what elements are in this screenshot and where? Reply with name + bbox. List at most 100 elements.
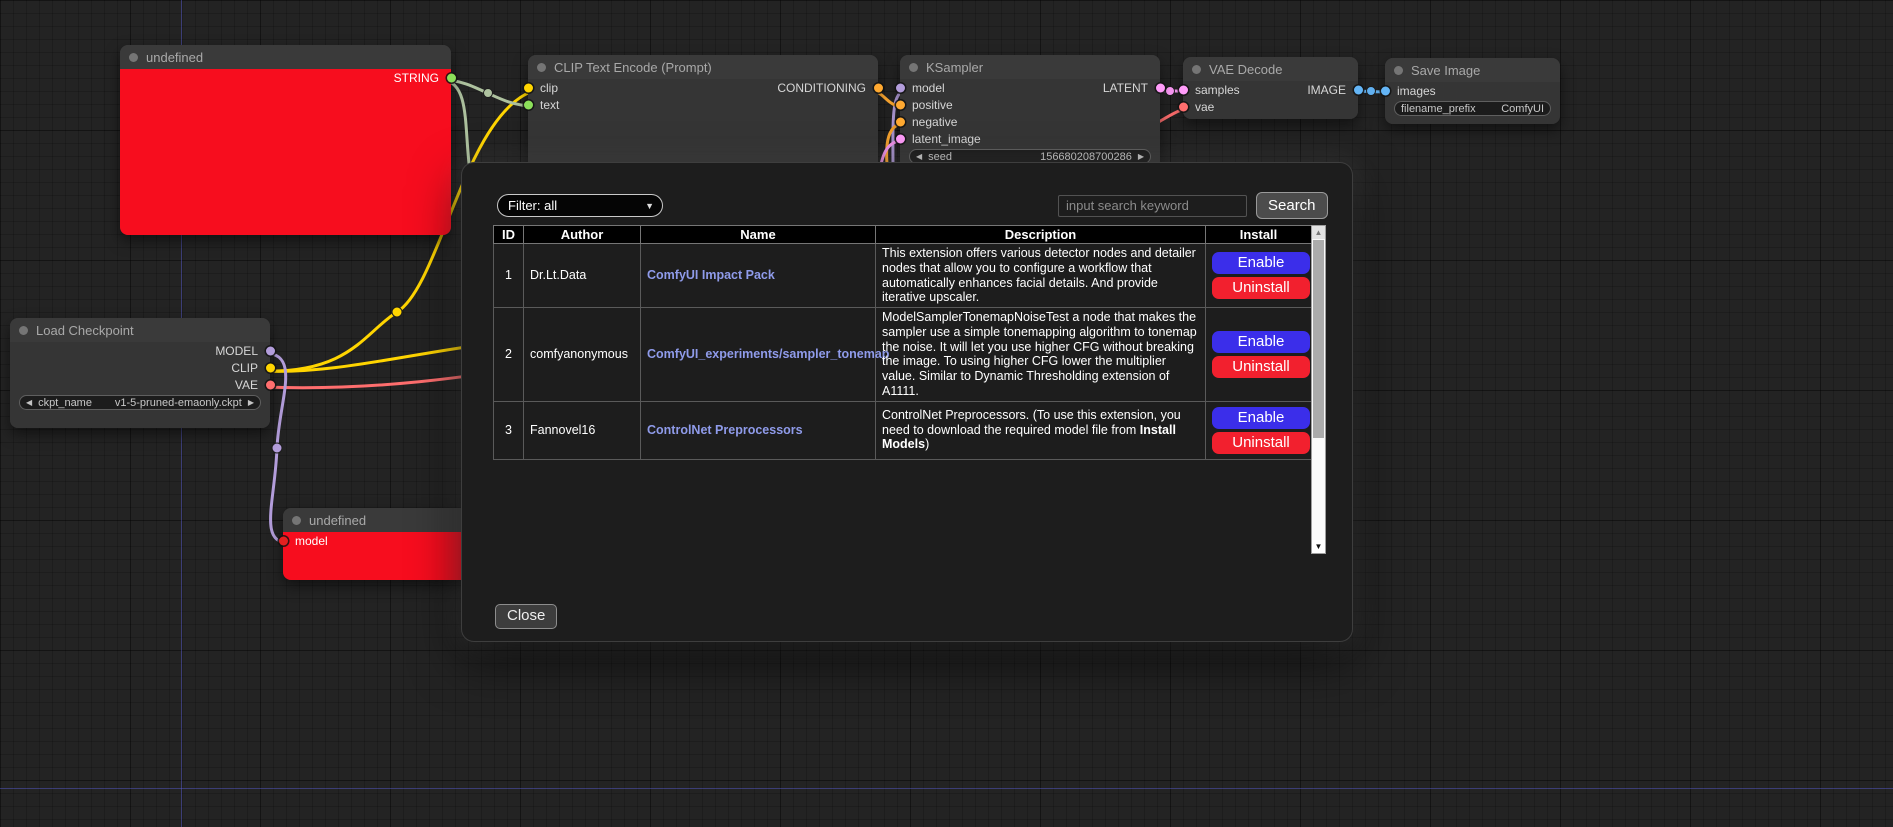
output-port-latent[interactable] xyxy=(1156,83,1165,92)
output-port-string[interactable] xyxy=(447,73,456,82)
header-description: Description xyxy=(876,226,1206,244)
collapse-dot[interactable] xyxy=(292,516,301,525)
node-ksampler[interactable]: KSampler model LATENT positive negative … xyxy=(900,55,1160,169)
widget-label: ckpt_name xyxy=(38,397,92,409)
node-save-image[interactable]: Save Image images filename_prefix ComfyU… xyxy=(1385,58,1560,124)
node-header[interactable]: CLIP Text Encode (Prompt) xyxy=(528,55,878,79)
collapse-dot[interactable] xyxy=(909,63,918,72)
output-label-clip: CLIP xyxy=(231,361,258,375)
scrollbar-thumb[interactable] xyxy=(1313,240,1324,438)
output-label-string: STRING xyxy=(394,71,439,85)
output-label-latent: LATENT xyxy=(1103,81,1148,95)
output-port-clip[interactable] xyxy=(266,363,275,372)
collapse-dot[interactable] xyxy=(19,326,28,335)
input-port-model[interactable] xyxy=(896,83,905,92)
collapse-dot[interactable] xyxy=(129,53,138,62)
uninstall-button[interactable]: Uninstall xyxy=(1212,277,1310,299)
input-label-text: text xyxy=(540,98,559,112)
search-input[interactable] xyxy=(1058,195,1247,217)
input-port-positive[interactable] xyxy=(896,100,905,109)
cell-id: 3 xyxy=(494,401,524,459)
cell-author: comfyanonymous xyxy=(524,308,641,402)
uninstall-button[interactable]: Uninstall xyxy=(1212,356,1310,378)
table-scrollbar[interactable]: ▲ ▼ xyxy=(1311,225,1326,554)
input-label-vae: vae xyxy=(1195,100,1214,114)
enable-button[interactable]: Enable xyxy=(1212,252,1310,274)
widget-label: filename_prefix xyxy=(1401,103,1476,115)
output-port-image[interactable] xyxy=(1354,85,1363,94)
table-header-row: ID Author Name Description Install xyxy=(494,226,1312,244)
scroll-down-icon[interactable]: ▼ xyxy=(1312,540,1325,553)
output-port-conditioning[interactable] xyxy=(874,83,883,92)
cell-description: ModelSamplerTonemapNoiseTest a node that… xyxy=(876,308,1206,402)
input-port-text[interactable] xyxy=(524,100,533,109)
node-header[interactable]: KSampler xyxy=(900,55,1160,79)
increment-arrow-icon[interactable]: ▶ xyxy=(1138,153,1144,161)
ckpt-name-widget[interactable]: ◀ ckpt_name v1-5-pruned-emaonly.ckpt ▶ xyxy=(19,395,261,410)
cell-description: This extension offers various detector n… xyxy=(876,244,1206,308)
seed-widget[interactable]: ◀ seed 156680208700286 ▶ xyxy=(909,149,1151,164)
output-port-model[interactable] xyxy=(266,346,275,355)
increment-arrow-icon[interactable]: ▶ xyxy=(248,399,254,407)
widget-value: 156680208700286 xyxy=(1040,151,1132,163)
collapse-dot[interactable] xyxy=(1192,65,1201,74)
node-title: Save Image xyxy=(1411,63,1480,78)
input-label-model: model xyxy=(295,534,328,548)
table-row: 3 Fannovel16 ControlNet Preprocessors Co… xyxy=(494,401,1312,459)
enable-button[interactable]: Enable xyxy=(1212,331,1310,353)
output-label-model: MODEL xyxy=(215,344,258,358)
wire-clip-to-hidden xyxy=(264,345,480,371)
decrement-arrow-icon[interactable]: ◀ xyxy=(26,399,32,407)
input-label-latent-image: latent_image xyxy=(912,132,981,146)
node-header[interactable]: Load Checkpoint xyxy=(10,318,270,342)
filter-select[interactable]: Filter: all xyxy=(497,194,663,217)
input-label-samples: samples xyxy=(1195,83,1240,97)
header-name: Name xyxy=(641,226,876,244)
uninstall-button[interactable]: Uninstall xyxy=(1212,432,1310,454)
input-port-clip[interactable] xyxy=(524,83,533,92)
node-title: undefined xyxy=(146,50,203,65)
node-title: KSampler xyxy=(926,60,983,75)
decrement-arrow-icon[interactable]: ◀ xyxy=(916,153,922,161)
output-label-image: IMAGE xyxy=(1307,83,1346,97)
filename-prefix-widget[interactable]: filename_prefix ComfyUI xyxy=(1394,101,1551,116)
cell-author: Dr.Lt.Data xyxy=(524,244,641,308)
search-button[interactable]: Search xyxy=(1256,192,1328,219)
enable-button[interactable]: Enable xyxy=(1212,407,1310,429)
scroll-up-icon[interactable]: ▲ xyxy=(1312,226,1325,239)
input-label-model: model xyxy=(912,81,945,95)
input-port-model[interactable] xyxy=(279,536,288,545)
node-header[interactable]: undefined xyxy=(120,45,451,69)
input-label-images: images xyxy=(1397,84,1436,98)
output-label-conditioning: CONDITIONING xyxy=(777,81,866,95)
widget-value: v1-5-pruned-emaonly.ckpt xyxy=(115,397,242,409)
extension-link[interactable]: ComfyUI Impact Pack xyxy=(647,268,775,282)
node-load-checkpoint[interactable]: Load Checkpoint MODEL CLIP VAE ◀ ckpt_na… xyxy=(10,318,270,428)
input-port-images[interactable] xyxy=(1381,86,1390,95)
node-header[interactable]: undefined xyxy=(283,508,473,532)
node-undefined-top[interactable]: undefined STRING xyxy=(120,45,451,235)
node-header[interactable]: Save Image xyxy=(1385,58,1560,82)
input-label-negative: negative xyxy=(912,115,957,129)
node-undefined-bottom[interactable]: undefined model xyxy=(283,508,473,580)
extension-link[interactable]: ControlNet Preprocessors xyxy=(647,423,803,437)
node-header[interactable]: VAE Decode xyxy=(1183,57,1358,81)
filter-dropdown-wrap: Filter: all ▼ xyxy=(497,194,663,217)
input-port-negative[interactable] xyxy=(896,117,905,126)
node-title: VAE Decode xyxy=(1209,62,1282,77)
collapse-dot[interactable] xyxy=(1394,66,1403,75)
cell-author: Fannovel16 xyxy=(524,401,641,459)
node-vae-decode[interactable]: VAE Decode samples IMAGE vae xyxy=(1183,57,1358,119)
node-clip-text-encode[interactable]: CLIP Text Encode (Prompt) clip CONDITION… xyxy=(528,55,878,175)
cell-id: 2 xyxy=(494,308,524,402)
node-title: CLIP Text Encode (Prompt) xyxy=(554,60,712,75)
input-port-latent-image[interactable] xyxy=(896,134,905,143)
input-port-vae[interactable] xyxy=(1179,102,1188,111)
extension-link[interactable]: ComfyUI_experiments/sampler_tonemap xyxy=(647,347,889,361)
collapse-dot[interactable] xyxy=(537,63,546,72)
widget-value: ComfyUI xyxy=(1501,103,1544,115)
output-port-vae[interactable] xyxy=(266,380,275,389)
input-port-samples[interactable] xyxy=(1179,85,1188,94)
close-button[interactable]: Close xyxy=(495,604,557,629)
node-title: undefined xyxy=(309,513,366,528)
